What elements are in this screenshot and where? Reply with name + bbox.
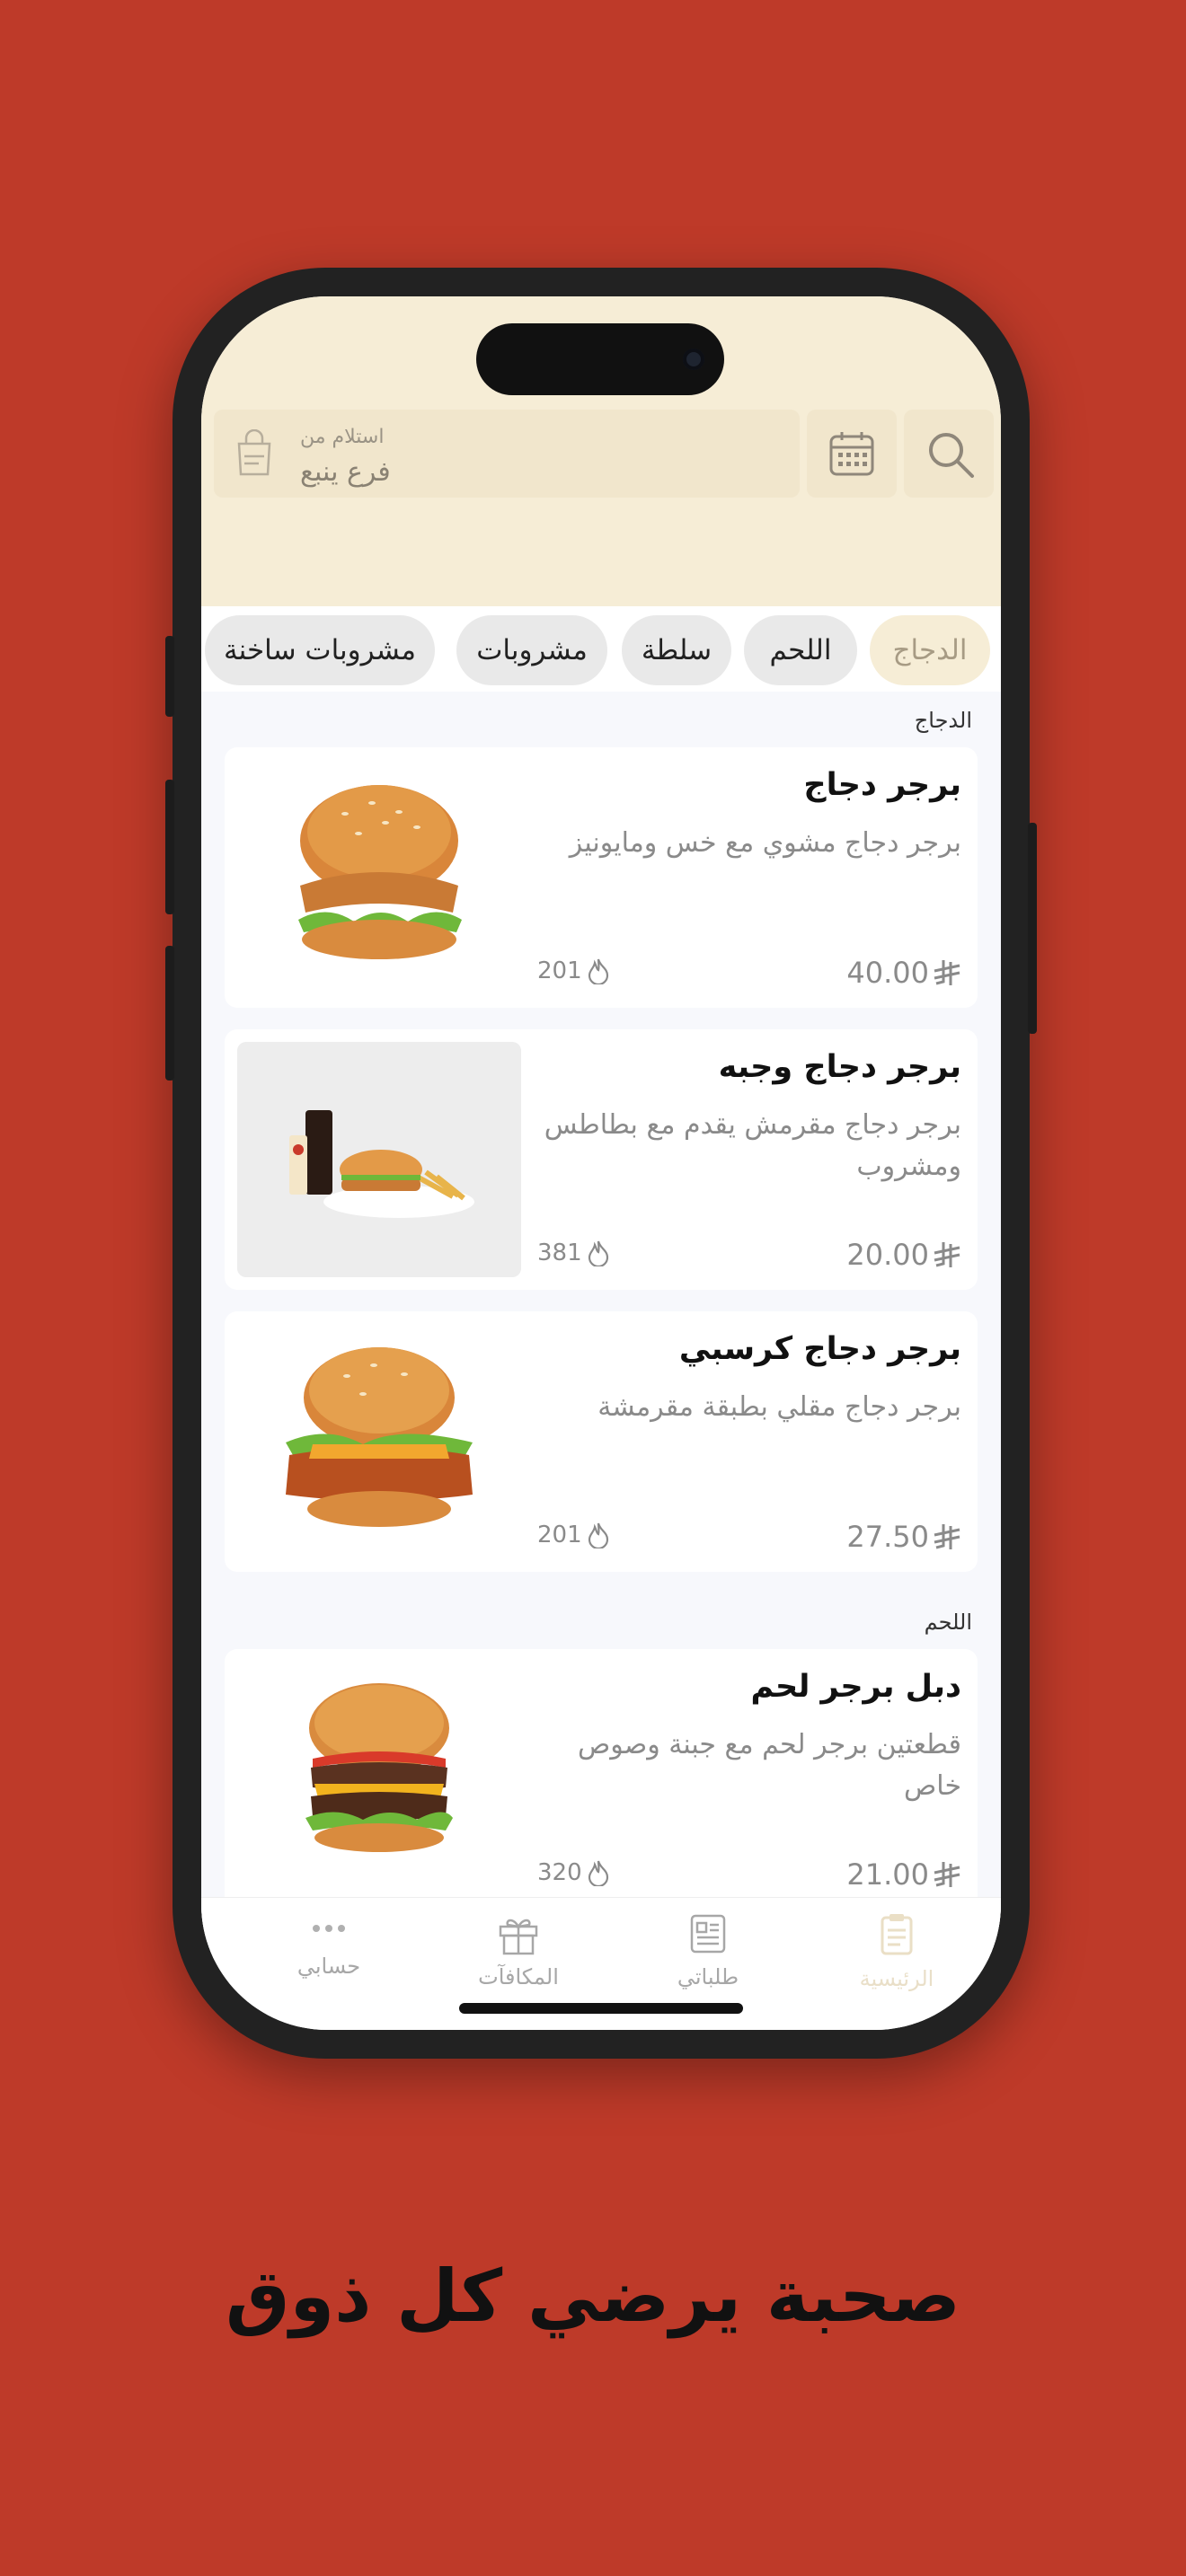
- menu-icon: [881, 1914, 913, 1955]
- calories-value: 201: [537, 957, 582, 984]
- menu-item-card[interactable]: برجر دجاج وجبه برجر دجاج مقرمش يقدم مع ب…: [225, 1029, 978, 1290]
- mute-switch: [165, 636, 174, 717]
- item-calories: 381: [537, 1239, 611, 1266]
- branch-selector[interactable]: استلام من فرع ينبع: [214, 410, 800, 498]
- menu-item-card[interactable]: دبل برجر لحم قطعتين برجر لحم مع جبنة وصو…: [225, 1649, 978, 1910]
- item-calories: 201: [537, 957, 611, 984]
- riyal-icon: [934, 1242, 960, 1267]
- item-description: قطعتين برجر لحم مع جبنة وصوص خاص: [577, 1729, 961, 1802]
- category-chip-drinks[interactable]: مشروبات: [456, 615, 607, 685]
- promo-tagline: صحبة يرضي كل ذوق: [226, 2254, 960, 2338]
- search-icon: [929, 433, 974, 478]
- item-description: برجر دجاج مشوي مع خس ومايونيز: [569, 827, 961, 859]
- tab-label: المكافآت: [478, 1964, 559, 1989]
- item-name: برجر دجاج كرسبي: [678, 1331, 961, 1367]
- receipt-icon: [690, 1914, 726, 1954]
- menu-item-card[interactable]: برجر دجاج برجر دجاج مشوي مع خس ومايونيز …: [225, 747, 978, 1008]
- section-title-meat: اللحم: [924, 1610, 972, 1635]
- item-price: 21.00: [846, 1857, 961, 1892]
- item-price: 20.00: [846, 1238, 961, 1272]
- volume-down-button: [165, 946, 174, 1081]
- item-name: دبل برجر لحم: [750, 1669, 961, 1705]
- price-value: 40.00: [846, 956, 929, 990]
- riyal-icon: [934, 1524, 960, 1549]
- item-description: برجر دجاج مقرمش يقدم مع بطاطس ومشروب: [544, 1109, 961, 1182]
- calories-value: 201: [537, 1522, 582, 1548]
- dynamic-island: [476, 323, 724, 395]
- item-name: برجر دجاج: [803, 767, 961, 803]
- item-name: برجر دجاج وجبه: [718, 1049, 961, 1085]
- category-chip-salad[interactable]: سلطة: [622, 615, 731, 685]
- tab-rewards[interactable]: المكافآت: [447, 1912, 590, 1989]
- tab-home[interactable]: الرئيسية: [825, 1912, 969, 1991]
- bag-icon: [237, 429, 271, 476]
- gift-icon: [499, 1919, 538, 1955]
- flame-icon: [588, 1240, 608, 1266]
- tab-label: طلباتي: [677, 1964, 739, 1989]
- chicken-burger-image: [298, 785, 462, 959]
- calories-value: 320: [537, 1859, 582, 1886]
- category-chip-chicken[interactable]: الدجاج: [870, 615, 990, 685]
- more-dots-icon: [313, 1925, 345, 1932]
- home-indicator[interactable]: [459, 2003, 743, 2014]
- menu-list: الدجاج برجر دجاج برجر دجاج مشوي مع خس وم…: [201, 692, 1001, 1961]
- schedule-button[interactable]: [807, 410, 897, 498]
- branch-label: استلام من: [300, 426, 385, 448]
- section-title-chicken: الدجاج: [914, 708, 972, 733]
- item-calories: 320: [537, 1859, 611, 1886]
- riyal-icon: [934, 960, 960, 985]
- riyal-icon: [934, 1862, 960, 1887]
- app-screen: استلام من فرع ينبع الدجاج اللحم سلطة مشر…: [201, 296, 1001, 2030]
- tab-account[interactable]: حسابي: [257, 1912, 401, 1979]
- phone-frame: استلام من فرع ينبع الدجاج اللحم سلطة مشر…: [165, 268, 1037, 2059]
- branch-value: فرع ينبع: [300, 456, 391, 488]
- item-price: 27.50: [846, 1520, 961, 1554]
- tab-orders[interactable]: طلباتي: [636, 1912, 780, 1989]
- item-calories: 201: [537, 1522, 611, 1548]
- flame-icon: [588, 1860, 608, 1886]
- tab-label: الرئيسية: [859, 1966, 934, 1991]
- item-description: برجر دجاج مقلي بطبقة مقرمشة: [597, 1391, 961, 1423]
- calendar-icon: [829, 432, 874, 476]
- item-price: 40.00: [846, 956, 961, 990]
- crispy-chicken-burger-image: [286, 1347, 473, 1527]
- price-value: 27.50: [846, 1520, 929, 1554]
- power-button: [1028, 823, 1037, 1034]
- chicken-meal-image: [237, 1042, 521, 1277]
- price-value: 20.00: [846, 1238, 929, 1272]
- flame-icon: [588, 958, 608, 984]
- menu-item-card[interactable]: برجر دجاج كرسبي برجر دجاج مقلي بطبقة مقر…: [225, 1311, 978, 1572]
- double-beef-burger-image: [305, 1683, 453, 1852]
- category-chip-meat[interactable]: اللحم: [744, 615, 857, 685]
- tab-label: حسابي: [296, 1954, 361, 1979]
- category-chip-hot-drinks[interactable]: مشروبات ساخنة: [205, 615, 435, 685]
- search-button[interactable]: [904, 410, 994, 498]
- volume-up-button: [165, 780, 174, 914]
- flame-icon: [588, 1522, 608, 1548]
- price-value: 21.00: [846, 1857, 929, 1892]
- calories-value: 381: [537, 1239, 582, 1266]
- header: استلام من فرع ينبع: [201, 296, 1001, 606]
